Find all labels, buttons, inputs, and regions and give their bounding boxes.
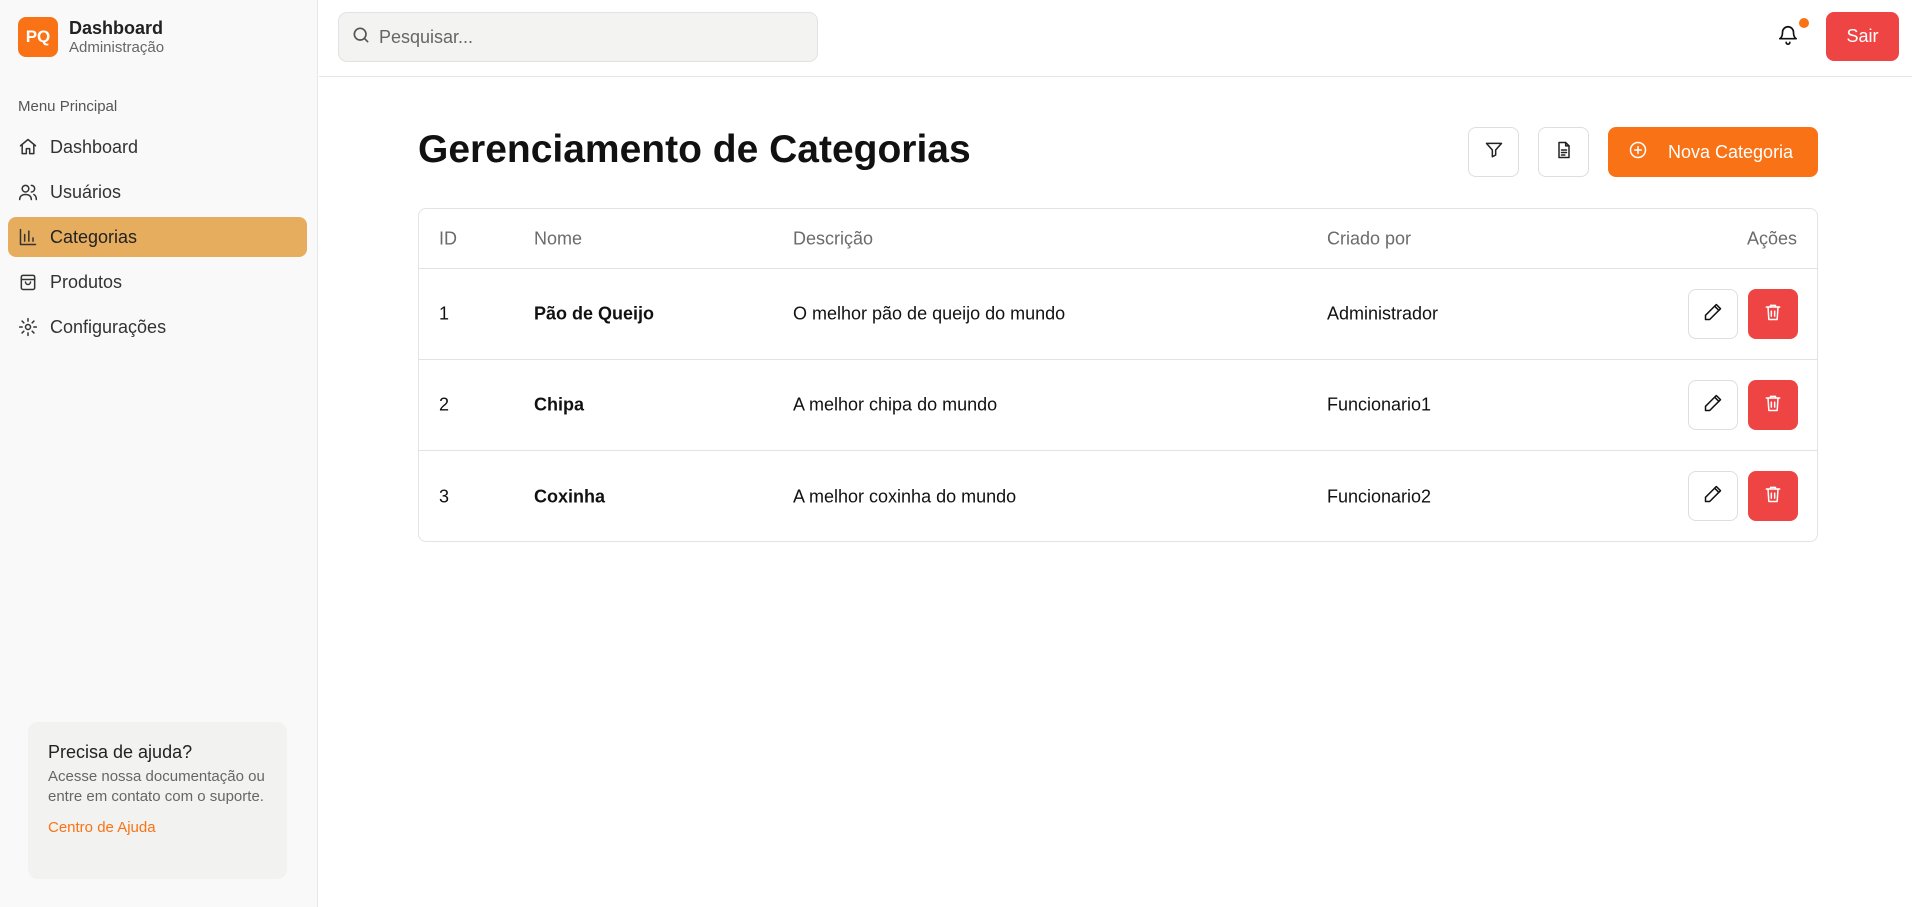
cell-description: A melhor coxinha do mundo xyxy=(793,486,1017,506)
help-title: Precisa de ajuda? xyxy=(48,742,193,762)
bell-icon xyxy=(1777,24,1799,51)
table-row: 2 Chipa A melhor chipa do mundo Funciona… xyxy=(419,360,1817,451)
help-text: Acesse nossa documentação ou entre em co… xyxy=(48,768,265,805)
trash-icon xyxy=(1763,302,1783,327)
sidebar-item-label: Dashboard xyxy=(50,136,139,157)
logout-button[interactable]: Sair xyxy=(1826,12,1899,61)
edit-button[interactable] xyxy=(1688,471,1738,521)
sidebar-item-produtos[interactable]: Produtos xyxy=(8,262,307,302)
delete-button[interactable] xyxy=(1748,471,1798,521)
cell-name: Coxinha xyxy=(534,486,606,506)
sidebar-item-label: Produtos xyxy=(50,271,123,292)
search-box xyxy=(338,12,818,62)
filter-button[interactable] xyxy=(1468,127,1519,177)
categories-table: ID Nome Descrição Criado por Ações 1 Pão… xyxy=(418,208,1818,542)
column-header-actions: Ações xyxy=(1746,228,1797,248)
table-row: 3 Coxinha A melhor coxinha do mundo Func… xyxy=(419,451,1817,541)
bar-chart-icon xyxy=(18,227,38,247)
new-category-label: Nova Categoria xyxy=(1668,141,1794,162)
search-icon xyxy=(351,25,371,50)
gear-icon xyxy=(18,317,38,337)
trash-icon xyxy=(1763,393,1783,418)
cell-created-by: Funcionario2 xyxy=(1327,486,1432,506)
brand: PQ Dashboard Administração xyxy=(18,17,164,57)
trash-icon xyxy=(1763,484,1783,509)
cell-id: 1 xyxy=(439,303,450,324)
menu-label: Menu Principal xyxy=(18,98,118,115)
cell-description: A melhor chipa do mundo xyxy=(793,394,998,415)
home-icon xyxy=(18,137,38,157)
sidebar-item-label: Configurações xyxy=(50,316,167,337)
brand-subtitle: Administração xyxy=(69,38,165,56)
cell-name: Pão de Queijo xyxy=(534,303,655,324)
document-icon xyxy=(1554,140,1574,165)
sidebar-item-dashboard[interactable]: Dashboard xyxy=(8,127,307,167)
table-row: 1 Pão de Queijo O melhor pão de queijo d… xyxy=(419,269,1817,360)
users-icon xyxy=(18,182,38,202)
sidebar-item-categorias[interactable]: Categorias xyxy=(8,217,307,257)
sidebar-item-configuracoes[interactable]: Configurações xyxy=(8,307,307,347)
column-header-created-by: Criado por xyxy=(1327,228,1412,248)
page-title: Gerenciamento de Categorias xyxy=(418,128,971,171)
cell-description: O melhor pão de queijo do mundo xyxy=(793,303,1066,324)
cell-id: 2 xyxy=(439,394,450,415)
brand-title: Dashboard xyxy=(69,17,164,38)
edit-button[interactable] xyxy=(1688,380,1738,430)
sidebar-nav: Dashboard Usuários Categorias Produtos C… xyxy=(8,127,307,352)
cell-name: Chipa xyxy=(534,394,585,415)
sidebar-item-label: Usuários xyxy=(50,181,122,202)
cell-created-by: Funcionario1 xyxy=(1327,394,1432,415)
table-header: ID Nome Descrição Criado por Ações xyxy=(419,209,1817,269)
search-input[interactable] xyxy=(379,26,799,48)
sidebar: PQ Dashboard Administração Menu Principa… xyxy=(0,0,318,907)
notifications-button[interactable] xyxy=(1773,22,1803,52)
sidebar-item-label: Categorias xyxy=(50,226,138,247)
filter-icon xyxy=(1484,140,1504,165)
help-center-link[interactable]: Centro de Ajuda xyxy=(48,819,156,836)
new-category-button[interactable]: Nova Categoria xyxy=(1608,127,1818,177)
column-header-id: ID xyxy=(439,228,457,248)
delete-button[interactable] xyxy=(1748,380,1798,430)
topbar: Sair xyxy=(319,0,1912,77)
shopping-bag-icon xyxy=(18,272,38,292)
export-button[interactable] xyxy=(1538,127,1589,177)
help-card: Precisa de ajuda? Acesse nossa documenta… xyxy=(28,722,287,879)
sidebar-item-usuarios[interactable]: Usuários xyxy=(8,172,307,212)
column-header-description: Descrição xyxy=(793,228,874,248)
cell-id: 3 xyxy=(439,486,450,506)
notification-badge xyxy=(1799,18,1809,28)
column-header-name: Nome xyxy=(534,228,583,248)
pencil-icon xyxy=(1703,302,1723,327)
brand-logo: PQ xyxy=(18,17,58,57)
pencil-icon xyxy=(1703,484,1723,509)
pencil-icon xyxy=(1703,393,1723,418)
delete-button[interactable] xyxy=(1748,289,1798,339)
edit-button[interactable] xyxy=(1688,289,1738,339)
cell-created-by: Administrador xyxy=(1327,303,1439,324)
plus-circle-icon xyxy=(1628,140,1668,165)
